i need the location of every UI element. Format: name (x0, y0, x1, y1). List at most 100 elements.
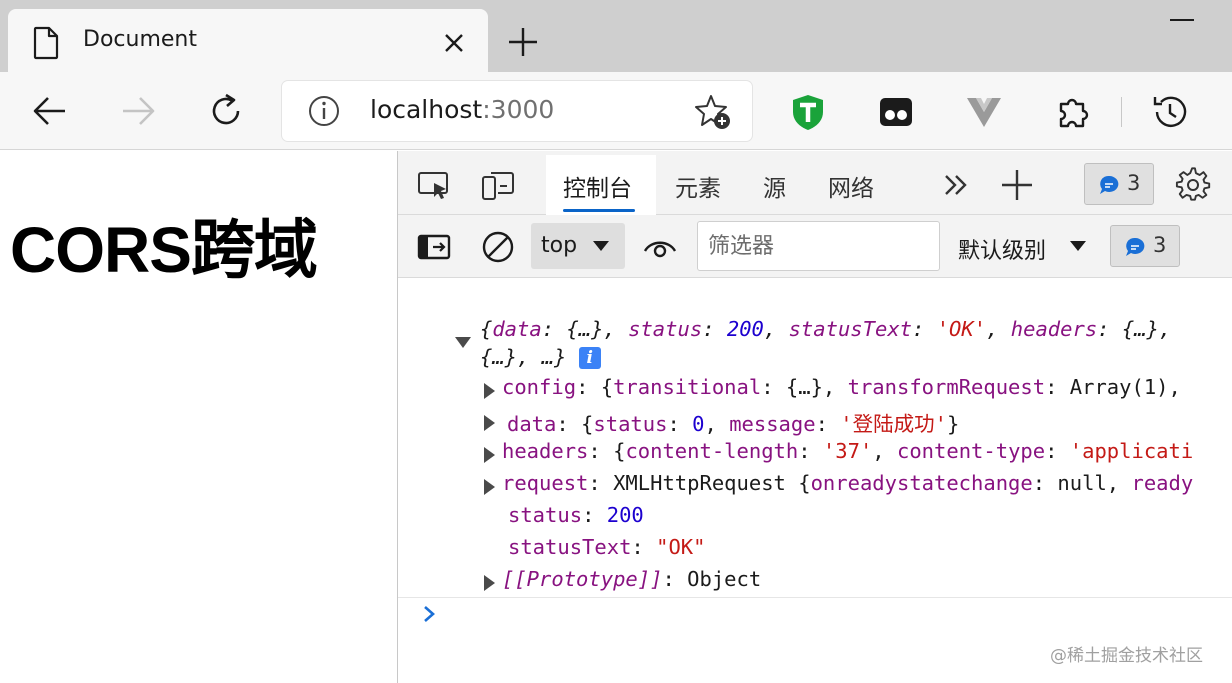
property-value: : Array(1), (1045, 375, 1181, 399)
eye-icon[interactable] (642, 229, 678, 265)
chevrons-icon[interactable] (938, 167, 974, 203)
forward-arrow-icon[interactable] (118, 91, 158, 131)
history-icon[interactable] (1150, 92, 1190, 132)
vue-extension-icon[interactable] (964, 92, 1004, 132)
summary-token: statusText (788, 317, 913, 341)
page-heading: CORS跨域 (10, 214, 318, 286)
url-text: localhost:3000 (370, 95, 554, 124)
property-value: 'applicati (1069, 439, 1194, 463)
property-value: 200 (606, 503, 644, 527)
property-row[interactable]: data: {status: 0, message: '登陆成功'} (507, 407, 1232, 439)
property-row[interactable]: [[Prototype]]: Object (502, 567, 1232, 599)
chevron-down-icon (1070, 241, 1086, 251)
close-icon[interactable] (440, 29, 468, 57)
sidebar-icon[interactable] (416, 229, 452, 265)
puzzle-extensions-icon[interactable] (1053, 92, 1093, 132)
messages-badge[interactable]: 3 (1110, 225, 1180, 267)
property-value: , (872, 439, 897, 463)
summary-token: : {…}, (1097, 317, 1172, 341)
inspect-icon[interactable] (416, 167, 452, 203)
document-icon (33, 26, 59, 60)
gear-icon[interactable] (1175, 167, 1211, 203)
console-prompt-icon[interactable] (422, 603, 436, 625)
summary-token: 'OK' (936, 317, 987, 341)
property-row[interactable]: headers: {content-length: '37', content-… (502, 439, 1232, 471)
property-key: content-length (625, 439, 799, 463)
collapse-triangle-icon[interactable] (455, 337, 471, 348)
property-key: ready (1131, 471, 1194, 495)
shield-t-extension-icon[interactable] (788, 92, 828, 132)
expand-triangle-icon[interactable] (484, 479, 495, 495)
messages-count: 3 (1153, 233, 1167, 257)
property-row[interactable]: statusText: "OK" (508, 535, 1232, 567)
summary-token: : (912, 317, 937, 341)
property-key: status (593, 412, 668, 436)
active-tab-indicator (563, 209, 635, 212)
info-badge-icon[interactable]: i (578, 347, 601, 369)
page-viewport: CORS跨域 (0, 151, 397, 683)
favorite-star-icon[interactable] (694, 93, 732, 131)
property-value: "OK" (656, 535, 706, 559)
property-value: '37' (822, 439, 873, 463)
property-row[interactable]: status: 200 (508, 503, 1232, 535)
property-key: transformRequest (847, 375, 1046, 399)
plus-icon[interactable] (505, 24, 541, 60)
property-value: : XMLHttpRequest { (588, 471, 811, 495)
expand-triangle-icon[interactable] (484, 575, 495, 591)
devtools-tab-bar: 控制台 元素 源 网络 3 (398, 151, 1232, 215)
summary-token: data (492, 317, 542, 341)
property-value: : (815, 412, 841, 436)
console-output: {data: {…}, status: 200, statusText: 'OK… (398, 279, 1232, 683)
log-summary-line-2[interactable]: {…}, …} i (480, 345, 1232, 377)
device-icon[interactable] (480, 167, 516, 203)
property-value: : {…}, (761, 375, 848, 399)
back-arrow-icon[interactable] (30, 91, 70, 131)
console-toolbar: top 默认级别 3 (398, 215, 1232, 278)
summary-token: , (763, 317, 789, 341)
property-value: : (1045, 439, 1070, 463)
mask-extension-icon[interactable] (876, 92, 916, 132)
summary-token: , (986, 317, 1011, 341)
tab-elements[interactable]: 元素 (675, 169, 721, 203)
expand-triangle-icon[interactable] (484, 383, 495, 399)
summary-continuation: {…}, …} (480, 345, 567, 369)
context-selector[interactable]: top (531, 223, 625, 269)
url-port: :3000 (482, 95, 555, 124)
tab-strip: Document (0, 0, 1232, 72)
info-icon[interactable] (308, 95, 340, 127)
property-key: data (507, 412, 557, 436)
chat-icon (1100, 175, 1119, 194)
url-host: localhost (370, 95, 483, 124)
property-key: onreadystatechange (810, 471, 1033, 495)
clear-icon[interactable] (480, 229, 516, 265)
address-bar[interactable]: localhost:3000 (282, 81, 752, 141)
navigation-bar: localhost:3000 (0, 72, 1232, 150)
tab-sources[interactable]: 源 (763, 169, 786, 203)
property-value: } (946, 412, 960, 436)
property-key: request (502, 471, 589, 495)
expand-triangle-icon[interactable] (484, 447, 495, 463)
summary-token: headers (1010, 317, 1098, 341)
devtools-panel: 控制台 元素 源 网络 3 top 筛选器 默认级别 3 {data: {…},… (397, 151, 1232, 683)
chat-icon (1126, 237, 1145, 256)
tab-network[interactable]: 网络 (828, 169, 874, 203)
refresh-icon[interactable] (206, 91, 246, 131)
property-row[interactable]: config: {transitional: {…}, transformReq… (502, 375, 1232, 407)
chevron-down-icon (593, 241, 609, 251)
expand-triangle-icon[interactable] (484, 415, 495, 431)
property-key: config (502, 375, 577, 399)
log-level-selector[interactable]: 默认级别 (958, 233, 1046, 265)
minimize-button[interactable] (1170, 19, 1194, 21)
property-value: : (798, 439, 823, 463)
plus-icon[interactable] (999, 167, 1035, 203)
prompt-separator (398, 597, 1232, 598)
tab-console[interactable]: 控制台 (563, 169, 632, 203)
property-key: message (729, 412, 816, 436)
property-value: : { (576, 375, 614, 399)
toolbar-separator (1121, 97, 1122, 127)
watermark: @稀土掘金技术社区 (1050, 646, 1203, 666)
browser-tab[interactable]: Document (8, 9, 488, 72)
property-row[interactable]: request: XMLHttpRequest {onreadystatecha… (502, 471, 1232, 503)
filter-input[interactable] (697, 221, 940, 271)
issues-badge[interactable]: 3 (1084, 163, 1154, 205)
